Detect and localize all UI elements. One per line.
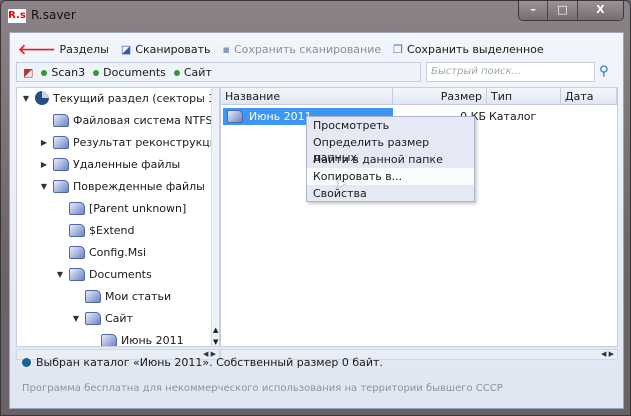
tree-item[interactable]: ▶ Результат реконструкци bbox=[39, 133, 217, 151]
minimize-button[interactable]: – bbox=[519, 1, 549, 20]
client-area: 🡐 Разделы ◪ Сканировать ▪ Сохранить сканиро… bbox=[9, 32, 624, 409]
folder-icon bbox=[53, 157, 69, 171]
info-dot-icon bbox=[22, 358, 31, 367]
scan-label: Сканировать bbox=[135, 42, 211, 56]
toolbar: 🡐 Разделы ◪ Сканировать ▪ Сохранить сканиро… bbox=[18, 41, 544, 58]
scan-icon: ◪ bbox=[120, 42, 132, 56]
floppy-icon: ▪ bbox=[222, 42, 230, 56]
folder-tree: ▼ Текущий раздел (секторы 30 Файловая сис… bbox=[16, 87, 220, 347]
save-selected-button[interactable]: ❐ Сохранить выделенное bbox=[393, 43, 543, 56]
menu-item-copy-to[interactable]: Копировать в... bbox=[307, 168, 474, 185]
tree-item[interactable]: ▼ Сайт bbox=[71, 309, 133, 327]
folder-icon bbox=[53, 179, 69, 193]
breadcrumb-item[interactable]: Сайт bbox=[173, 66, 212, 79]
folder-icon bbox=[227, 110, 243, 123]
folder-icon bbox=[85, 289, 101, 303]
folder-icon bbox=[101, 333, 117, 346]
tree-item[interactable]: ▼ Текущий раздел (секторы 30 bbox=[21, 89, 219, 107]
back-arrow-icon: 🡐 bbox=[18, 41, 56, 58]
tree-item[interactable]: [Parent unknown] bbox=[55, 199, 186, 217]
status-bar: Выбран каталог «Июнь 2011». Собственный … bbox=[22, 356, 383, 369]
search-icon[interactable]: ⚲ bbox=[599, 64, 609, 79]
save-scan-button[interactable]: ▪ Сохранить сканирование bbox=[223, 43, 382, 56]
column-date[interactable]: Дата bbox=[561, 88, 617, 104]
breadcrumb-item[interactable]: Scan3 bbox=[41, 66, 85, 79]
document-icon: ❐ bbox=[393, 42, 404, 56]
tree-item[interactable]: $Extend bbox=[55, 221, 135, 239]
window-controls: – □ X bbox=[518, 1, 624, 21]
tree-item[interactable]: ▶ Удаленные файлы bbox=[39, 155, 180, 173]
row-type: Каталог bbox=[489, 110, 537, 123]
folder-icon bbox=[69, 245, 85, 259]
tree-item[interactable]: Мои статьи bbox=[71, 287, 171, 305]
maximize-button[interactable]: □ bbox=[548, 1, 578, 20]
partitions-label: Разделы bbox=[59, 42, 109, 56]
app-logo: R.s bbox=[8, 9, 26, 23]
column-type[interactable]: Тип bbox=[487, 88, 561, 104]
menu-item-find[interactable]: Найти в данной папке bbox=[307, 151, 474, 168]
close-button[interactable]: X bbox=[577, 1, 623, 20]
license-note: Программа бесплатна для некоммерческого … bbox=[22, 383, 503, 394]
column-size[interactable]: Размер bbox=[393, 88, 487, 104]
folder-icon bbox=[53, 113, 69, 127]
tree-item[interactable]: Июнь 2011 bbox=[87, 331, 184, 346]
folder-icon bbox=[69, 223, 85, 237]
list-header: Название Размер Тип Дата bbox=[221, 88, 617, 105]
disk-icon bbox=[35, 91, 49, 105]
menu-item-view[interactable]: Просмотреть bbox=[307, 117, 474, 134]
drive-icon: ◩ bbox=[23, 65, 34, 79]
breadcrumb: ◩ Scan3 Documents Сайт bbox=[16, 62, 421, 82]
app-window: R.s R.saver – □ X 🡐 Разделы ◪ Сканировать … bbox=[0, 0, 631, 416]
tree-vertical-scrollbar[interactable]: ▲ ▼ bbox=[211, 88, 219, 346]
status-text: Выбран каталог «Июнь 2011». Собственный … bbox=[36, 356, 383, 369]
quick-search-input[interactable]: Быстрый поиск... bbox=[426, 62, 595, 82]
mouse-cursor-icon: ➤ bbox=[335, 176, 347, 192]
folder-icon bbox=[69, 201, 85, 215]
tree-item[interactable]: Config.Msi bbox=[55, 243, 146, 261]
column-name[interactable]: Название bbox=[221, 88, 393, 104]
context-menu: Просмотреть Определить размер данных Най… bbox=[306, 116, 475, 202]
folder-icon bbox=[69, 267, 85, 281]
folder-icon bbox=[85, 311, 101, 325]
save-selected-label: Сохранить выделенное bbox=[407, 42, 544, 56]
scan-button[interactable]: ◪ Сканировать bbox=[121, 43, 211, 56]
window-title: R.saver bbox=[31, 8, 76, 22]
breadcrumb-item[interactable]: Documents bbox=[93, 66, 166, 79]
folder-icon bbox=[53, 135, 69, 149]
partitions-button[interactable]: 🡐 Разделы bbox=[18, 41, 109, 58]
menu-item-properties[interactable]: Свойства bbox=[307, 185, 474, 202]
menu-item-calc-size[interactable]: Определить размер данных bbox=[307, 134, 474, 164]
save-scan-label: Сохранить сканирование bbox=[233, 42, 382, 56]
tree-item[interactable]: ▼ Documents bbox=[55, 265, 152, 283]
tree-item[interactable]: Файловая система NTFS bbox=[39, 111, 212, 129]
tree-item[interactable]: ▼ Поврежденные файлы bbox=[39, 177, 205, 195]
